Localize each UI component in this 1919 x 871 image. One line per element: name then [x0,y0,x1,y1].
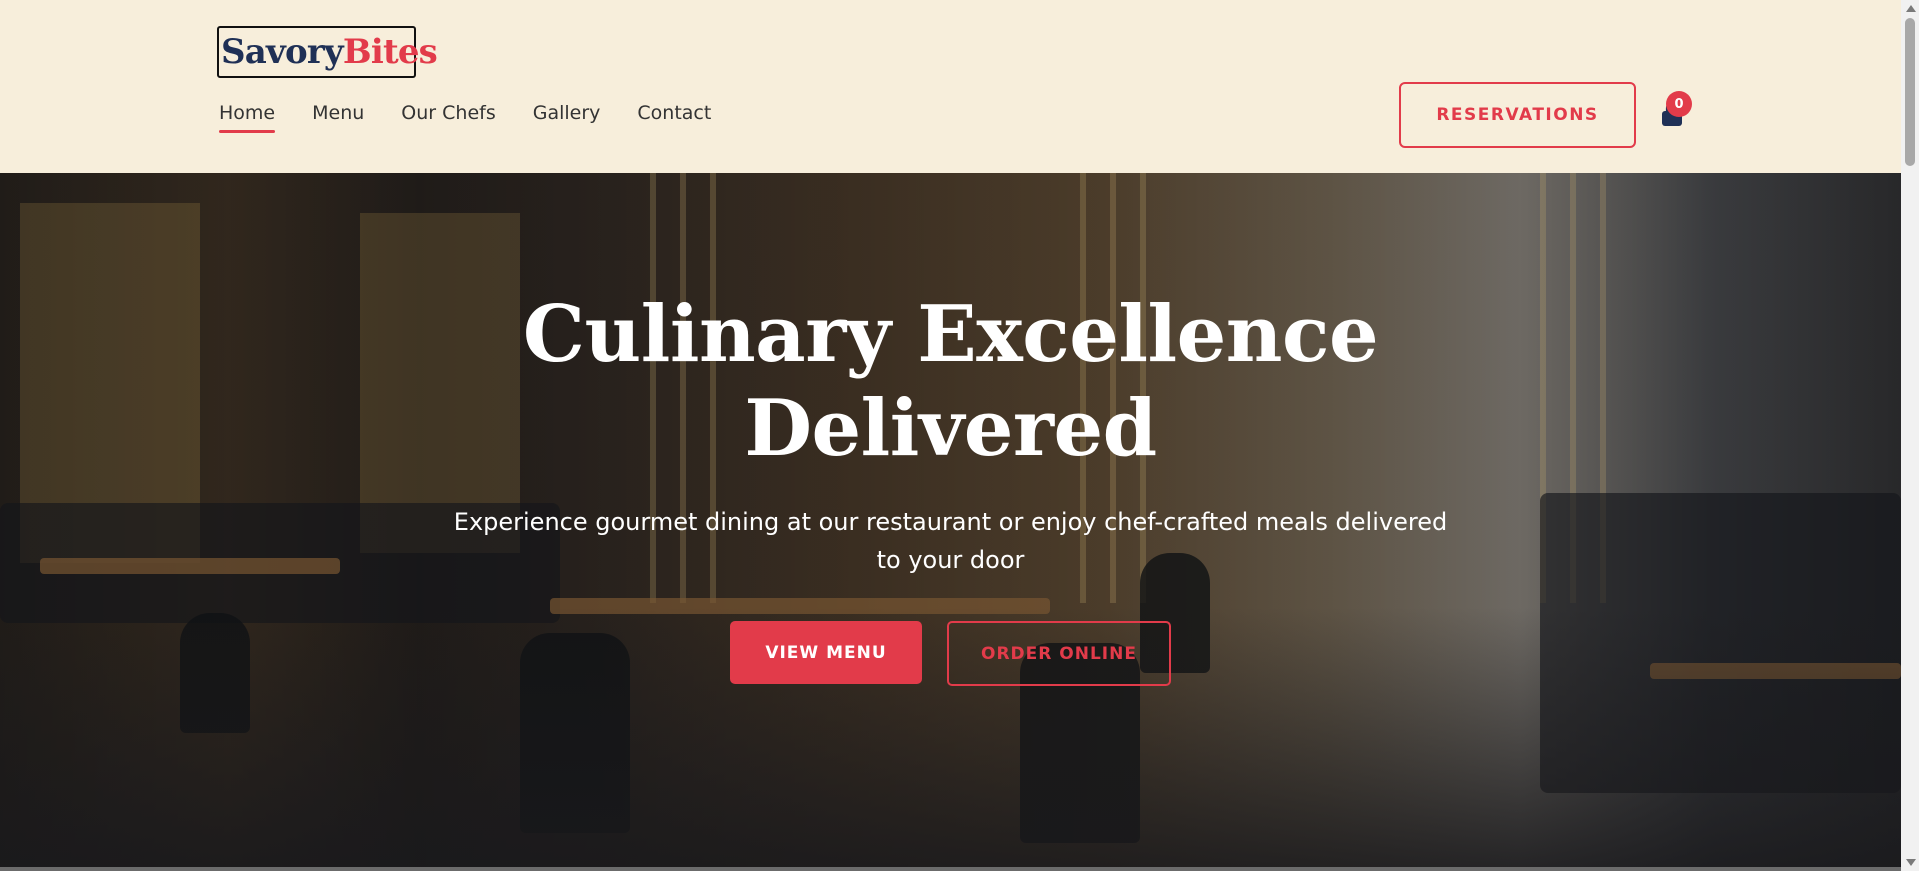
nav-item-contact[interactable]: Contact [637,102,711,124]
scroll-down-arrow-icon[interactable] [1906,859,1916,866]
nav-item-our-chefs[interactable]: Our Chefs [401,102,495,124]
scroll-up-arrow-icon[interactable] [1906,5,1916,12]
site-header: SavoryBites Home Menu Our Chefs Gallery … [0,0,1901,173]
nav-item-gallery[interactable]: Gallery [533,102,601,124]
hero-title-line1: Culinary Excellence [522,289,1379,380]
page-scrollbar[interactable] [1901,0,1919,871]
order-online-button[interactable]: ORDER ONLINE [947,621,1171,686]
hero-title: Culinary Excellence Delivered [0,288,1901,476]
brand-logo[interactable]: SavoryBites [217,26,438,78]
cart-count-badge: 0 [1666,91,1692,117]
hero-subtitle: Experience gourmet dining at our restaur… [453,508,1448,574]
hero-title-line2: Delivered [744,383,1157,474]
brand-name-part1: Savory [221,32,344,72]
nav-item-home[interactable]: Home [219,102,276,133]
scrollbar-thumb[interactable] [1905,18,1915,166]
main-nav: Home Menu Our Chefs Gallery Contact [219,102,748,133]
view-menu-button[interactable]: VIEW MENU [730,621,922,684]
bottom-edge-divider [0,867,1901,871]
nav-item-menu[interactable]: Menu [312,102,364,124]
brand-name-part2: Bites [342,32,438,72]
reservations-button[interactable]: RESERVATIONS [1399,82,1636,148]
hero-section: Culinary Excellence Delivered Experience… [0,173,1901,867]
